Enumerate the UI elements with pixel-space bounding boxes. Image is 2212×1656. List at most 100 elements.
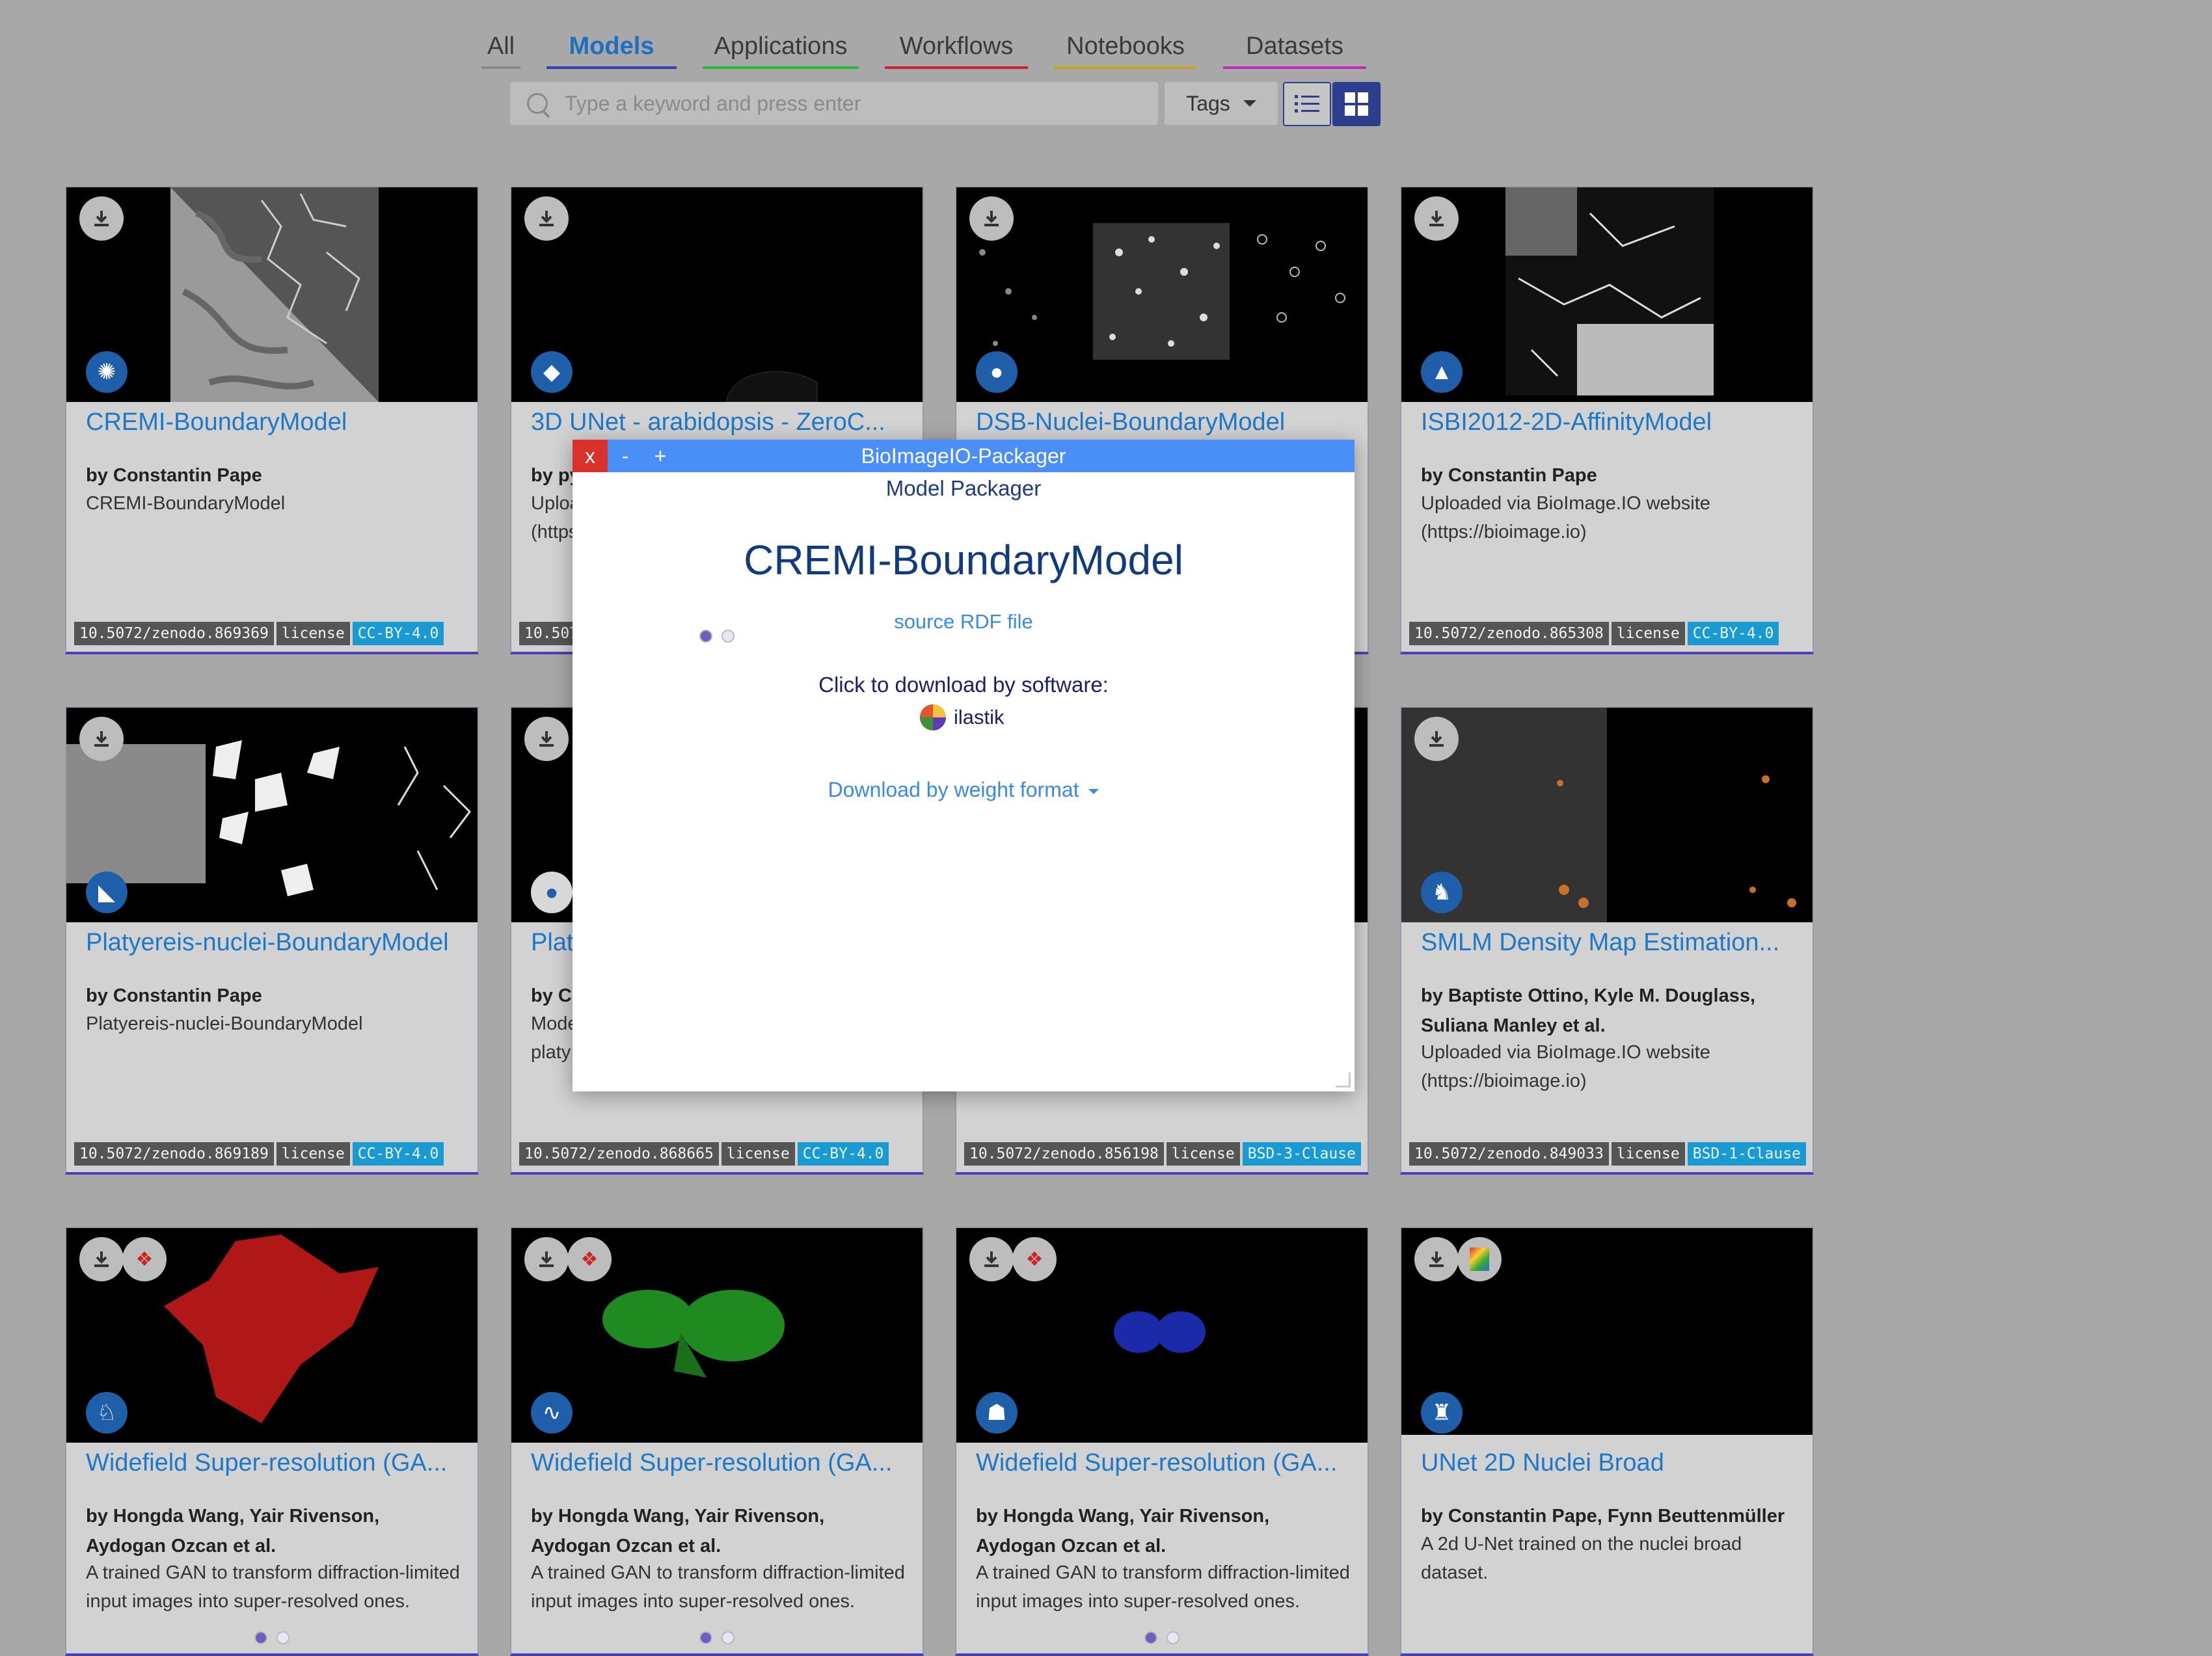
license-badge[interactable]: BSD-3-Clause [1242, 1142, 1361, 1166]
download-button[interactable] [1414, 196, 1459, 241]
card-badges: 10.5072/zenodo.869369 license CC-BY-4.0 [74, 622, 444, 645]
tab-all[interactable]: All [481, 26, 520, 69]
ilastik-icon [1470, 1248, 1489, 1271]
tab-workflows[interactable]: Workflows [885, 26, 1028, 69]
weight-format-label: Download by weight format [828, 778, 1079, 801]
license-badge[interactable]: CC-BY-4.0 [352, 622, 444, 645]
carousel-dots[interactable] [511, 1631, 923, 1644]
card-author: by Baptiste Ottino, Kyle M. Douglass, Su… [1421, 985, 1756, 1036]
download-by-weight-format-dropdown[interactable]: Download by weight format [573, 778, 1355, 802]
carousel-dot[interactable] [1144, 1631, 1157, 1644]
card-title[interactable]: CREMI-BoundaryModel [86, 408, 463, 436]
doi-badge[interactable]: 10.5072/zenodo.869189 [74, 1142, 274, 1166]
download-button[interactable] [524, 717, 569, 761]
card-title[interactable]: Widefield Super-resolution (GA... [531, 1449, 908, 1477]
software-button[interactable] [1457, 1237, 1502, 1281]
packager-window: BioImageIO-Packager x - + Model Packager… [573, 440, 1355, 1091]
model-card[interactable]: ❖ ☗ Widefield Super-resolution (GA... by… [955, 1227, 1369, 1656]
model-card[interactable]: ◣ Platyereis-nuclei-BoundaryModel by Con… [65, 706, 479, 1175]
download-button[interactable] [79, 1237, 124, 1281]
grid-view-button[interactable] [1332, 82, 1381, 126]
tags-dropdown-button[interactable]: Tags [1165, 82, 1278, 125]
download-button[interactable] [79, 196, 124, 241]
deepimagej-icon: ❖ [135, 1248, 154, 1270]
card-thumbnail[interactable] [1401, 708, 1813, 922]
license-label-badge: license [276, 1142, 350, 1166]
card-thumbnail[interactable] [66, 187, 478, 402]
doi-badge[interactable]: 10.5072/zenodo.865308 [1409, 622, 1609, 645]
card-description: A 2d U-Net trained on the nuclei broad d… [1421, 1534, 1742, 1583]
software-button[interactable]: ❖ [567, 1237, 612, 1281]
carousel-dot[interactable] [276, 1631, 290, 1644]
window-titlebar[interactable]: BioImageIO-Packager x - + [573, 440, 1355, 472]
carousel-dot[interactable] [722, 1631, 735, 1644]
card-thumbnail[interactable] [956, 187, 1368, 402]
download-button[interactable] [524, 1237, 569, 1281]
card-title[interactable]: 3D UNet - arabidopsis - ZeroC... [531, 408, 908, 436]
download-button[interactable] [524, 196, 569, 241]
model-card[interactable]: ♜ UNet 2D Nuclei Broad by Constantin Pap… [1400, 1227, 1814, 1656]
list-view-button[interactable] [1283, 82, 1331, 126]
card-title[interactable]: Platyereis-nuclei-BoundaryModel [86, 929, 463, 957]
window-title: BioImageIO-Packager [861, 444, 1066, 468]
software-button[interactable]: ❖ [122, 1237, 167, 1281]
carousel-dot[interactable] [254, 1631, 267, 1644]
card-author: by Constantin Pape [86, 465, 262, 486]
license-badge[interactable]: CC-BY-4.0 [1687, 622, 1779, 645]
ilastik-icon [920, 704, 946, 730]
card-thumbnail[interactable] [66, 708, 478, 922]
card-thumbnail[interactable] [511, 187, 923, 402]
card-title[interactable]: Widefield Super-resolution (GA... [976, 1449, 1353, 1477]
download-button[interactable] [969, 1237, 1014, 1281]
card-thumbnail[interactable] [1401, 187, 1813, 402]
download-button[interactable] [79, 717, 124, 761]
card-title[interactable]: DSB-Nuclei-BoundaryModel [976, 408, 1353, 436]
license-badge[interactable]: CC-BY-4.0 [797, 1142, 889, 1166]
doi-badge[interactable]: 10.5072/zenodo.849033 [1409, 1142, 1609, 1166]
license-badge[interactable]: BSD-1-Clause [1687, 1142, 1806, 1166]
carousel-dot[interactable] [1167, 1631, 1180, 1644]
tab-models[interactable]: Models [546, 26, 677, 69]
tab-applications[interactable]: Applications [703, 26, 859, 69]
doi-badge[interactable]: 10.5072/zenodo.868665 [519, 1142, 719, 1166]
model-card[interactable]: ❖ ♘ Widefield Super-resolution (GA... by… [65, 1227, 479, 1656]
card-author: by Hongda Wang, Yair Rivenson, Aydogan O… [531, 1506, 825, 1556]
download-icon [94, 1251, 109, 1267]
minimize-button[interactable]: - [608, 440, 643, 472]
ilastik-download-button[interactable]: ilastik [913, 701, 1015, 734]
download-button[interactable] [1414, 717, 1459, 761]
resize-handle[interactable] [1336, 1073, 1351, 1088]
card-badges: 10.5072/zenodo.856198 license BSD-3-Clau… [964, 1142, 1361, 1166]
doi-badge[interactable]: 10.5072/zenodo.856198 [964, 1142, 1164, 1166]
tab-notebooks[interactable]: Notebooks [1054, 26, 1197, 69]
scorpion-icon: ✺ [86, 351, 128, 393]
download-button[interactable] [1414, 1237, 1459, 1281]
bear-icon: ● [531, 872, 573, 913]
model-card[interactable]: ▲ ISBI2012-2D-AffinityModel by Constanti… [1400, 186, 1814, 654]
carousel-dots[interactable] [66, 1631, 478, 1644]
maximize-button[interactable]: + [643, 440, 678, 472]
carousel-dot[interactable] [722, 630, 735, 643]
carousel-dots[interactable] [956, 1631, 1368, 1644]
tab-datasets[interactable]: Datasets [1223, 26, 1366, 69]
download-icon [539, 1251, 554, 1267]
download-button[interactable] [969, 196, 1014, 241]
model-card[interactable]: ❖ ∿ Widefield Super-resolution (GA... by… [510, 1227, 924, 1656]
card-description: A trained GAN to transform diffraction-l… [976, 1562, 1350, 1612]
search-input[interactable] [563, 90, 1139, 116]
carousel-dots[interactable] [511, 630, 923, 643]
card-title[interactable]: ISBI2012-2D-AffinityModel [1421, 408, 1798, 436]
model-card[interactable]: ✺ CREMI-BoundaryModel by Constantin Pape… [65, 186, 479, 654]
close-button[interactable]: x [573, 440, 608, 472]
model-card[interactable]: ♞ SMLM Density Map Estimation... by Bapt… [1400, 706, 1814, 1175]
carousel-dot[interactable] [699, 1631, 712, 1644]
license-badge[interactable]: CC-BY-4.0 [352, 1142, 444, 1166]
card-title[interactable]: Widefield Super-resolution (GA... [86, 1449, 463, 1477]
download-icon [539, 731, 554, 747]
carousel-dot[interactable] [699, 630, 712, 643]
card-title[interactable]: UNet 2D Nuclei Broad [1421, 1449, 1798, 1477]
software-button[interactable]: ❖ [1012, 1237, 1057, 1281]
card-title[interactable]: SMLM Density Map Estimation... [1421, 929, 1798, 957]
doi-badge[interactable]: 10.5072/zenodo.869369 [74, 622, 274, 645]
download-icon [984, 211, 999, 226]
